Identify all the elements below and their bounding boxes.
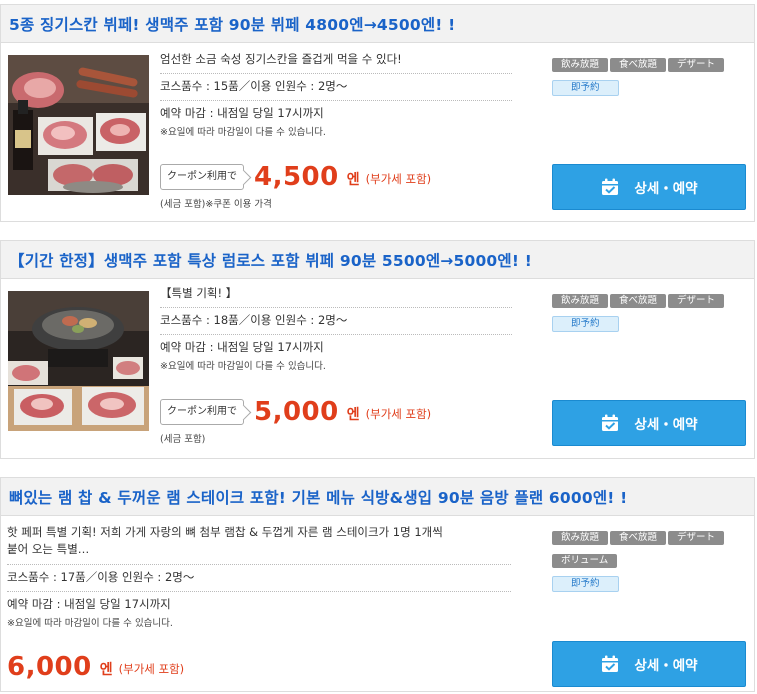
price-tax: (부가세 포함) — [365, 172, 432, 186]
tag-instant-reserve: 即予約 — [552, 316, 619, 332]
catch-line-1: 핫 페퍼 특별 기획! 저희 가게 자랑의 뼈 첨부 램찹 & 두껍게 자른 램… — [7, 525, 443, 539]
plan-catch: 【특별 기획! 】 — [160, 281, 512, 308]
plan-header: 뼈있는 램 찹 & 두꺼운 램 스테이크 포함! 기본 메뉴 식방&생입 90분… — [1, 478, 754, 516]
plan-card-1: 5종 징기스칸 뷔페! 생맥주 포함 90분 뷔페 4800엔→4500엔! ! — [0, 4, 755, 222]
tag-all-you-can-drink: 飲み放題 — [552, 531, 609, 545]
deadline-text: 예약 마감 : 내점일 당일 17시까지 — [160, 106, 324, 120]
plan-courses: 코스품수 : 18품／이용 인원수 : 2명～ — [160, 308, 512, 335]
deadline-note: ※요일에 따라 마감일이 다를 수 있습니다. — [160, 127, 326, 138]
plan-deadline: 예약 마감 : 내점일 당일 17시까지 ※요일에 따라 마감일이 다를 수 있… — [7, 592, 511, 637]
food-photo[interactable] — [8, 55, 149, 195]
tag-dessert: デザート — [668, 294, 725, 308]
plan-info: 【특별 기획! 】 코스품수 : 18품／이용 인원수 : 2명～ 예약 마감 … — [160, 281, 512, 380]
tag-all-you-can-eat: 食べ放題 — [610, 531, 667, 545]
tag-all-you-can-drink: 飲み放題 — [552, 294, 609, 308]
plan-courses: 코스품수 : 15품／이용 인원수 : 2명～ — [160, 74, 512, 101]
plan-title[interactable]: 뼈있는 램 찹 & 두꺼운 램 스테이크 포함! 기본 메뉴 식방&생입 90분… — [9, 486, 746, 508]
calendar-check-icon — [602, 178, 619, 195]
tag-all-you-can-eat: 食べ放題 — [610, 58, 667, 72]
calendar-check-icon — [602, 655, 619, 672]
calendar-check-icon — [602, 414, 619, 431]
price-row: クーポン利用で 5,000 엔 (부가세 포함) — [160, 397, 431, 427]
tag-volume: ボリューム — [552, 554, 618, 568]
price-value: 5,000 — [254, 397, 339, 427]
detail-reserve-button[interactable]: 상세・예약 — [552, 400, 746, 446]
tag-instant-reserve: 即予約 — [552, 576, 619, 592]
price-note: (세금 포함) — [160, 434, 206, 445]
price-value: 6,000 — [7, 652, 92, 682]
cta-label: 상세・예약 — [634, 181, 698, 197]
price-value: 4,500 — [254, 162, 339, 192]
coupon-badge: クーポン利用で — [160, 164, 244, 190]
deadline-note: ※요일에 따라 마감일이 다를 수 있습니다. — [7, 618, 173, 629]
plan-header: 5종 징기스칸 뷔페! 생맥주 포함 90분 뷔페 4800엔→4500엔! ! — [1, 5, 754, 43]
tag-all-you-can-drink: 飲み放題 — [552, 58, 609, 72]
plan-catch: 엄선한 소금 숙성 징기스칸을 즐겁게 먹을 수 있다! — [160, 47, 512, 74]
plan-title[interactable]: 5종 징기스칸 뷔페! 생맥주 포함 90분 뷔페 4800엔→4500엔! ! — [9, 13, 746, 35]
plan-courses: 코스품수 : 17품／이용 인원수 : 2명～ — [7, 565, 511, 592]
price-tax: (부가세 포함) — [365, 407, 432, 421]
cta-label: 상세・예약 — [634, 417, 698, 433]
plan-tags: 飲み放題 食べ放題 デザートボリューム 即予約 — [552, 525, 748, 595]
catch-line-2: 붙어 오는 특별… — [7, 542, 90, 556]
plan-tags: 飲み放題 食べ放題 デザート 即予約 — [552, 288, 748, 335]
price-tax: (부가세 포함) — [118, 662, 185, 676]
plan-info: 엄선한 소금 숙성 징기스칸을 즐겁게 먹을 수 있다! 코스품수 : 15품／… — [160, 47, 512, 146]
tag-instant-reserve: 即予約 — [552, 80, 619, 96]
plan-catch: 핫 페퍼 특별 기획! 저희 가게 자랑의 뼈 첨부 램찹 & 두껍게 자른 램… — [7, 519, 511, 565]
plan-info: 핫 페퍼 특별 기획! 저희 가게 자랑의 뼈 첨부 램찹 & 두껍게 자른 램… — [7, 519, 511, 637]
plan-card-3: 뼈있는 램 찹 & 두꺼운 램 스테이크 포함! 기본 메뉴 식방&생입 90분… — [0, 477, 755, 692]
plan-deadline: 예약 마감 : 내점일 당일 17시까지 ※요일에 따라 마감일이 다를 수 있… — [160, 101, 512, 146]
plan-deadline: 예약 마감 : 내점일 당일 17시까지 ※요일에 따라 마감일이 다를 수 있… — [160, 335, 512, 380]
tag-dessert: デザート — [668, 531, 725, 545]
price-note: (세금 포함)※쿠폰 이용 가격 — [160, 199, 272, 210]
plan-card-2: 【기간 한정】생맥주 포함 특상 럼로스 포함 뷔페 90분 5500엔→500… — [0, 240, 755, 459]
price-yen: 엔 — [346, 172, 360, 188]
deadline-text: 예약 마감 : 내점일 당일 17시까지 — [160, 340, 324, 354]
price-row: クーポン利用で 4,500 엔 (부가세 포함) — [160, 162, 431, 192]
deadline-note: ※요일에 따라 마감일이 다를 수 있습니다. — [160, 361, 326, 372]
food-photo[interactable] — [8, 291, 149, 431]
detail-reserve-button[interactable]: 상세・예약 — [552, 641, 746, 687]
plan-tags: 飲み放題 食べ放題 デザート 即予約 — [552, 52, 748, 99]
detail-reserve-button[interactable]: 상세・예약 — [552, 164, 746, 210]
deadline-text: 예약 마감 : 내점일 당일 17시까지 — [7, 597, 171, 611]
coupon-badge: クーポン利用で — [160, 399, 244, 425]
price-row: 6,000 엔 (부가세 포함) — [7, 652, 184, 682]
price-yen: 엔 — [99, 662, 113, 678]
plan-title[interactable]: 【기간 한정】생맥주 포함 특상 럼로스 포함 뷔페 90분 5500엔→500… — [9, 249, 746, 271]
plan-header: 【기간 한정】생맥주 포함 특상 럼로스 포함 뷔페 90분 5500엔→500… — [1, 241, 754, 279]
price-yen: 엔 — [346, 407, 360, 423]
tag-dessert: デザート — [668, 58, 725, 72]
tag-all-you-can-eat: 食べ放題 — [610, 294, 667, 308]
cta-label: 상세・예약 — [634, 658, 698, 674]
